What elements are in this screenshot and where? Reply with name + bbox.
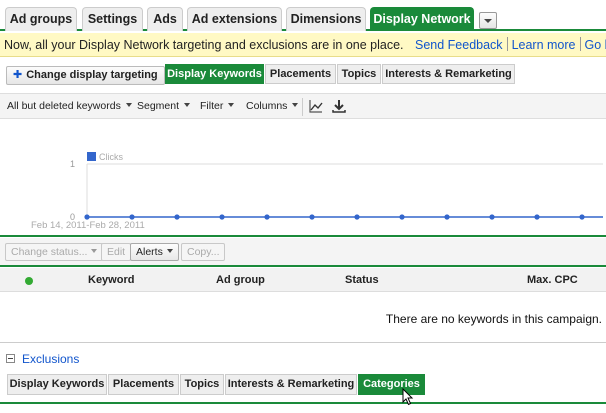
subtab-interests-remarketing[interactable]: Interests & Remarketing [382,64,515,84]
data-point-7 [399,214,405,220]
data-point-10 [534,214,540,220]
copy-button[interactable]: Copy... [181,243,226,261]
caret-down-icon [91,249,98,253]
chart-legend: Clicks [87,152,123,162]
chart-date-range: Feb 14, 2011-Feb 28, 2011 [31,220,145,231]
notice-divider [506,37,508,51]
plus-icon: ✚ [13,69,23,81]
columns-dropdown[interactable]: Columns [246,100,298,112]
go-back-link[interactable]: Go back [585,38,606,52]
tab-ads[interactable]: Ads [147,7,183,31]
section-divider [0,235,606,237]
exclusion-tab-topics[interactable]: Topics [180,374,224,395]
targeting-row: ✚ Change display targeting Display Keywor… [0,58,606,91]
clicks-chart: Clicks 1 0 Feb 14, 2011-Feb 28, 2011 [0,120,606,234]
top-tab-bar: Ad groups Settings Ads Ad extensions Dim… [0,0,606,31]
change-status-label: Change status... [11,246,88,258]
action-toolbar: Change status... Edit Alerts Copy... [0,238,606,266]
legend-swatch [87,152,96,161]
line-graph-icon[interactable] [308,98,324,114]
toolbar-divider [302,98,303,116]
notice-bar: Now, all your Display Network targeting … [0,33,606,57]
subtab-display-keywords[interactable]: Display Keywords [165,64,264,84]
caret-down-icon [166,249,173,253]
exclusions-label[interactable]: Exclusions [22,352,79,366]
alerts-button[interactable]: Alerts [130,243,179,261]
keyword-filter-dropdown[interactable]: All but deleted keywords [7,100,132,112]
tab-ad-groups[interactable]: Ad groups [5,7,77,31]
data-point-4 [264,214,270,220]
legend-label: Clicks [99,152,123,162]
more-tabs-dropdown[interactable] [479,12,497,29]
column-status[interactable]: Status [345,274,379,286]
filter-dropdown[interactable]: Filter [200,100,234,112]
exclusion-tab-interests-remarketing[interactable]: Interests & Remarketing [225,374,357,395]
chart-canvas [84,163,603,220]
data-point-6 [354,214,360,220]
empty-table-message: There are no keywords in this campaign. [385,312,602,326]
notice-divider [579,37,581,51]
segment-dropdown[interactable]: Segment [137,100,190,112]
subtab-placements[interactable]: Placements [265,64,336,84]
tab-ad-extensions[interactable]: Ad extensions [187,7,282,31]
filter-toolbar: All but deleted keywords Segment Filter … [0,93,606,119]
keywords-table-header: Keyword Ad group Status Max. CPC [0,268,606,292]
status-dot-icon[interactable] [25,277,33,285]
table-top-divider [0,265,606,267]
send-feedback-link[interactable]: Send Feedback [415,38,503,52]
tab-dimensions[interactable]: Dimensions [286,7,366,31]
notice-message: Now, all your Display Network targeting … [4,38,404,52]
tab-settings[interactable]: Settings [82,7,143,31]
tab-display-network[interactable]: Display Network [370,7,474,31]
bottom-divider [0,402,606,404]
collapse-icon[interactable] [6,354,15,363]
change-targeting-label: Change display targeting [26,69,158,81]
column-keyword[interactable]: Keyword [88,274,134,286]
mouse-cursor-icon [402,388,414,406]
data-point-9 [489,214,495,220]
data-point-8 [444,214,450,220]
exclusion-tab-categories[interactable]: Categories [358,374,425,395]
change-status-button[interactable]: Change status... [5,243,104,261]
change-display-targeting-button[interactable]: ✚ Change display targeting [6,66,165,85]
data-point-5 [309,214,315,220]
edit-button[interactable]: Edit [101,243,132,261]
keywords-table-body: There are no keywords in this campaign. [0,292,606,343]
exclusion-tab-placements[interactable]: Placements [108,374,179,395]
data-point-1 [129,214,135,220]
data-point-0 [84,214,90,220]
data-point-2 [174,214,180,220]
subtab-topics[interactable]: Topics [337,64,381,84]
column-ad-group[interactable]: Ad group [216,274,265,286]
alerts-label: Alerts [136,246,163,258]
y-tick-1: 1 [70,159,76,169]
learn-more-link[interactable]: Learn more [512,38,576,52]
exclusions-toggle[interactable]: Exclusions [6,352,79,366]
data-point-3 [219,214,225,220]
exclusion-tab-display-keywords[interactable]: Display Keywords [7,374,107,395]
data-point-11 [579,214,585,220]
column-max-cpc[interactable]: Max. CPC [527,274,578,286]
download-icon[interactable] [331,98,347,114]
